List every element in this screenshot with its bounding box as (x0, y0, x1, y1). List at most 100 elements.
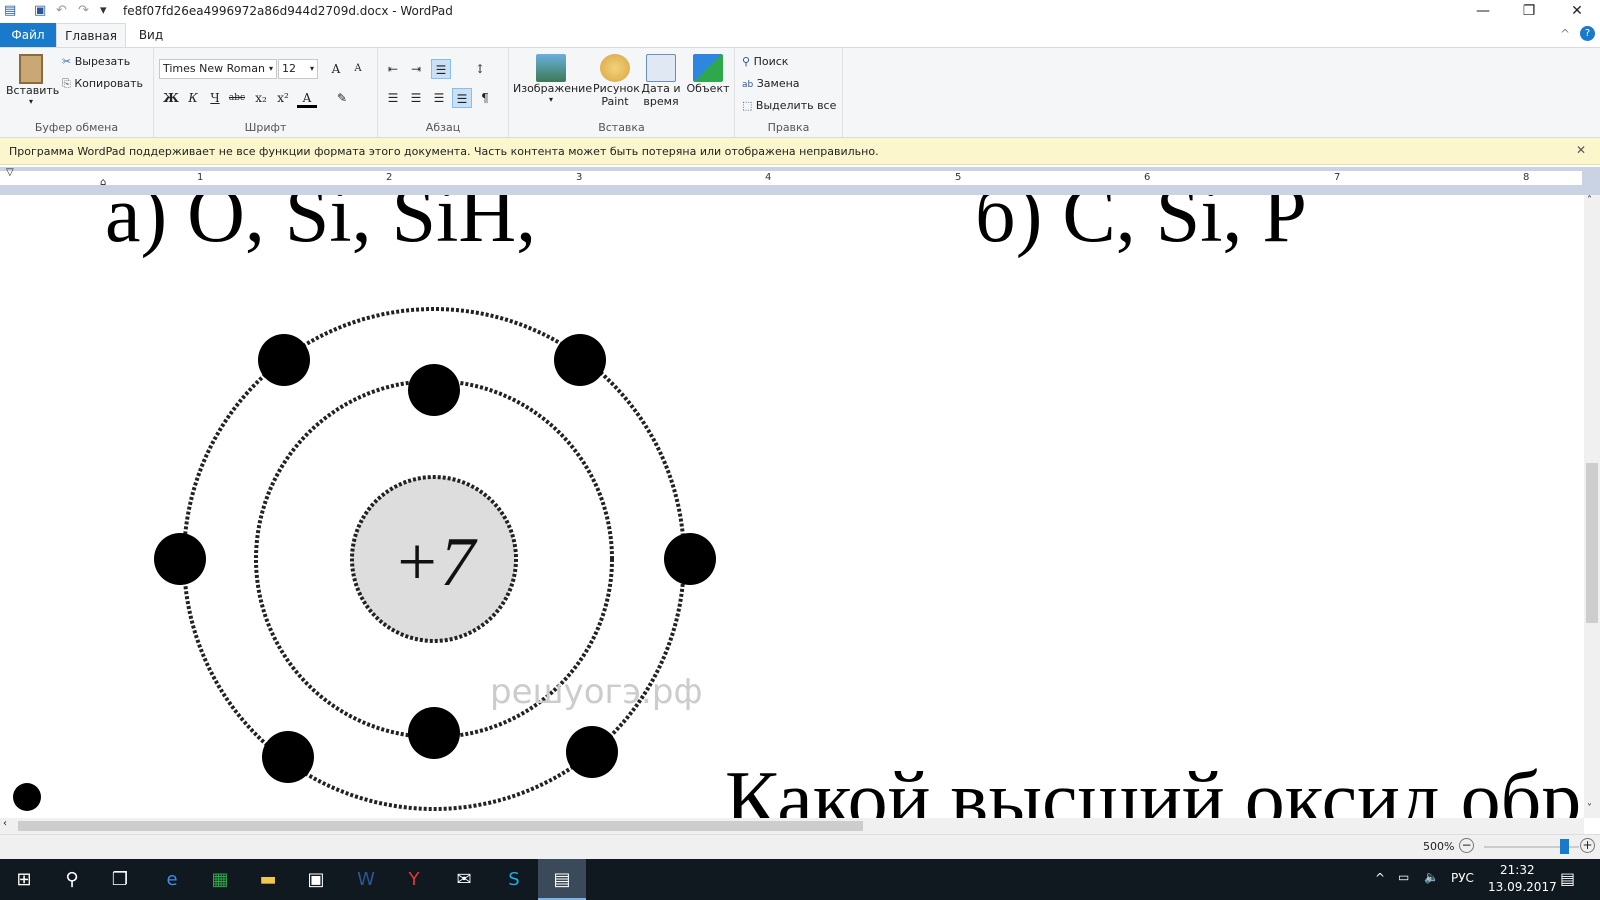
paint-drawing-button[interactable]: Рисунок Paint (593, 54, 640, 108)
store-icon[interactable]: ▣ (292, 859, 340, 900)
ruler-strip: 1 2 3 4 5 6 7 8 (0, 171, 1582, 185)
binoculars-icon: ⚲ (742, 55, 751, 68)
help-icon[interactable]: ? (1580, 26, 1595, 41)
save-icon[interactable]: ▣ (34, 3, 46, 18)
horizontal-scroll-thumb[interactable] (18, 821, 863, 831)
mail-icon[interactable]: ✉ (440, 859, 488, 900)
paste-button[interactable]: Вставить ▾ (6, 52, 60, 112)
search-icon[interactable]: ⚲ (48, 859, 96, 900)
align-left-icon[interactable]: ☰ (383, 88, 403, 108)
clock-date[interactable]: 13.09.2017 (1488, 880, 1557, 894)
superscript-button[interactable]: x² (273, 88, 293, 108)
scroll-left-icon[interactable]: ‹ (3, 818, 7, 829)
clock-time[interactable]: 21:32 (1500, 863, 1535, 877)
font-color-button[interactable]: A (297, 88, 317, 108)
electron (554, 334, 606, 386)
answer-line-a: а) О, Si, SiH, (105, 195, 537, 259)
font-family-value: Times New Roman (163, 62, 265, 75)
font-family-select[interactable]: Times New Roman ▾ (159, 59, 277, 79)
electron (258, 334, 310, 386)
input-language[interactable]: РУС (1451, 871, 1474, 885)
wordpad-taskbar-icon[interactable]: ▤ (538, 859, 586, 900)
align-right-icon[interactable]: ☰ (429, 88, 449, 108)
undo-icon[interactable]: ↶ (56, 3, 67, 18)
insert-group: Изображение ▾ Рисунок Paint Дата и время Об… (509, 48, 735, 137)
editing-group: ⚲ Поиск ab Замена ⬚ Выделить все Правка (735, 48, 843, 137)
vertical-scroll-thumb[interactable] (1586, 463, 1598, 623)
action-center-icon[interactable]: ▤ (1560, 869, 1575, 888)
object-label: Объект (686, 82, 730, 95)
ruler-number: 6 (1144, 172, 1151, 183)
zoom-slider-thumb[interactable] (1560, 839, 1569, 854)
left-indent-marker[interactable]: ⌂ (100, 177, 106, 188)
scroll-down-icon[interactable]: ˅ (1587, 803, 1592, 814)
document-area[interactable]: а) О, Si, SiH, б) С, Si, Р +7 решуогэ.рф… (0, 195, 1584, 818)
zoom-in-button[interactable]: + (1580, 838, 1595, 853)
replace-button[interactable]: ab Замена (742, 77, 800, 90)
bullet-dot (13, 783, 41, 811)
task-view-icon[interactable]: ❐ (96, 859, 144, 900)
increase-indent-icon[interactable]: ⇥ (406, 59, 426, 79)
date-time-button[interactable]: Дата и время (639, 54, 683, 108)
show-hidden-icons[interactable]: ^ (1375, 871, 1385, 885)
skype-icon[interactable]: S (490, 859, 538, 900)
paste-label: Вставить (6, 84, 60, 97)
start-button[interactable]: ⊞ (0, 859, 48, 900)
ruler[interactable]: 1 2 3 4 5 6 7 8 ▽ ⌂ (0, 167, 1600, 195)
shrink-font-button[interactable]: A (348, 59, 368, 79)
insert-image-button[interactable]: Изображение ▾ (513, 54, 592, 104)
network-icon[interactable]: ▭ (1398, 870, 1409, 884)
collapse-ribbon-icon[interactable]: ^ (1560, 27, 1570, 41)
tab-view[interactable]: Вид (126, 23, 176, 47)
horizontal-scrollbar[interactable]: ‹ (0, 818, 1584, 834)
select-all-button[interactable]: ⬚ Выделить все (742, 99, 836, 112)
underline-button[interactable]: Ч (205, 88, 225, 108)
grow-font-button[interactable]: A (326, 59, 346, 79)
redo-icon[interactable]: ↷ (78, 3, 89, 18)
copy-button[interactable]: ⎘ Копировать (62, 77, 143, 91)
question-text: Какой высший оксид обр (725, 756, 1582, 818)
first-line-indent-marker[interactable]: ▽ (6, 167, 14, 178)
word-icon[interactable]: W (342, 859, 390, 900)
copy-icon: ⎘ (62, 77, 71, 90)
title-bar: ▤ ▣ ↶ ↷ ▾ fe8f07fd26ea4996972a86d944d270… (0, 0, 1600, 23)
paint-label-line2: Paint (601, 95, 629, 108)
justify-icon[interactable]: ☰ (452, 88, 472, 108)
line-spacing-icon[interactable]: ↕ (470, 59, 490, 79)
clipboard-group: Вставить ▾ ✂ Вырезать ⎘ Копировать Буфер… (0, 48, 154, 137)
cut-button[interactable]: ✂ Вырезать (62, 55, 130, 68)
bullet-list-icon[interactable]: ☰ (431, 59, 451, 79)
close-button[interactable]: ✕ (1554, 0, 1600, 23)
file-explorer-icon[interactable]: ▬ (244, 859, 292, 900)
zoom-out-button[interactable]: − (1459, 838, 1474, 853)
highlight-button[interactable]: ✎ (332, 88, 352, 108)
replace-icon: ab (742, 80, 754, 90)
find-label: Поиск (753, 55, 789, 68)
align-center-icon[interactable]: ☰ (406, 88, 426, 108)
volume-icon[interactable]: 🔈 (1424, 870, 1439, 884)
ruler-number: 5 (955, 172, 962, 183)
strikethrough-button[interactable]: abc (227, 88, 247, 108)
close-notification-button[interactable]: ✕ (1576, 143, 1586, 157)
yandex-browser-icon[interactable]: Y (390, 859, 438, 900)
bold-button[interactable]: Ж (161, 88, 181, 108)
subscript-button[interactable]: x₂ (251, 88, 271, 108)
decrease-indent-icon[interactable]: ⇤ (383, 59, 403, 79)
edge-icon[interactable]: e (148, 859, 196, 900)
paragraph-settings-icon[interactable]: ¶ (475, 88, 495, 108)
font-size-select[interactable]: 12 ▾ (278, 59, 318, 79)
vertical-scrollbar[interactable]: ˄ ˅ (1584, 195, 1600, 818)
minimize-button[interactable]: — (1460, 0, 1506, 23)
restore-button[interactable]: ❐ (1506, 0, 1552, 23)
ruler-number: 8 (1523, 172, 1530, 183)
customize-quick-access-icon[interactable]: ▾ (100, 3, 107, 18)
italic-button[interactable]: К (183, 88, 203, 108)
tab-home[interactable]: Главная (56, 23, 126, 47)
scroll-up-icon[interactable]: ˄ (1587, 195, 1592, 206)
find-button[interactable]: ⚲ Поиск (742, 55, 788, 68)
wordpad-icon: ▤ (4, 3, 17, 18)
excel-icon[interactable]: ▦ (196, 859, 244, 900)
nucleus-charge: +7 (393, 524, 478, 601)
tab-file[interactable]: Файл (0, 23, 56, 47)
insert-object-button[interactable]: Объект (685, 54, 731, 95)
